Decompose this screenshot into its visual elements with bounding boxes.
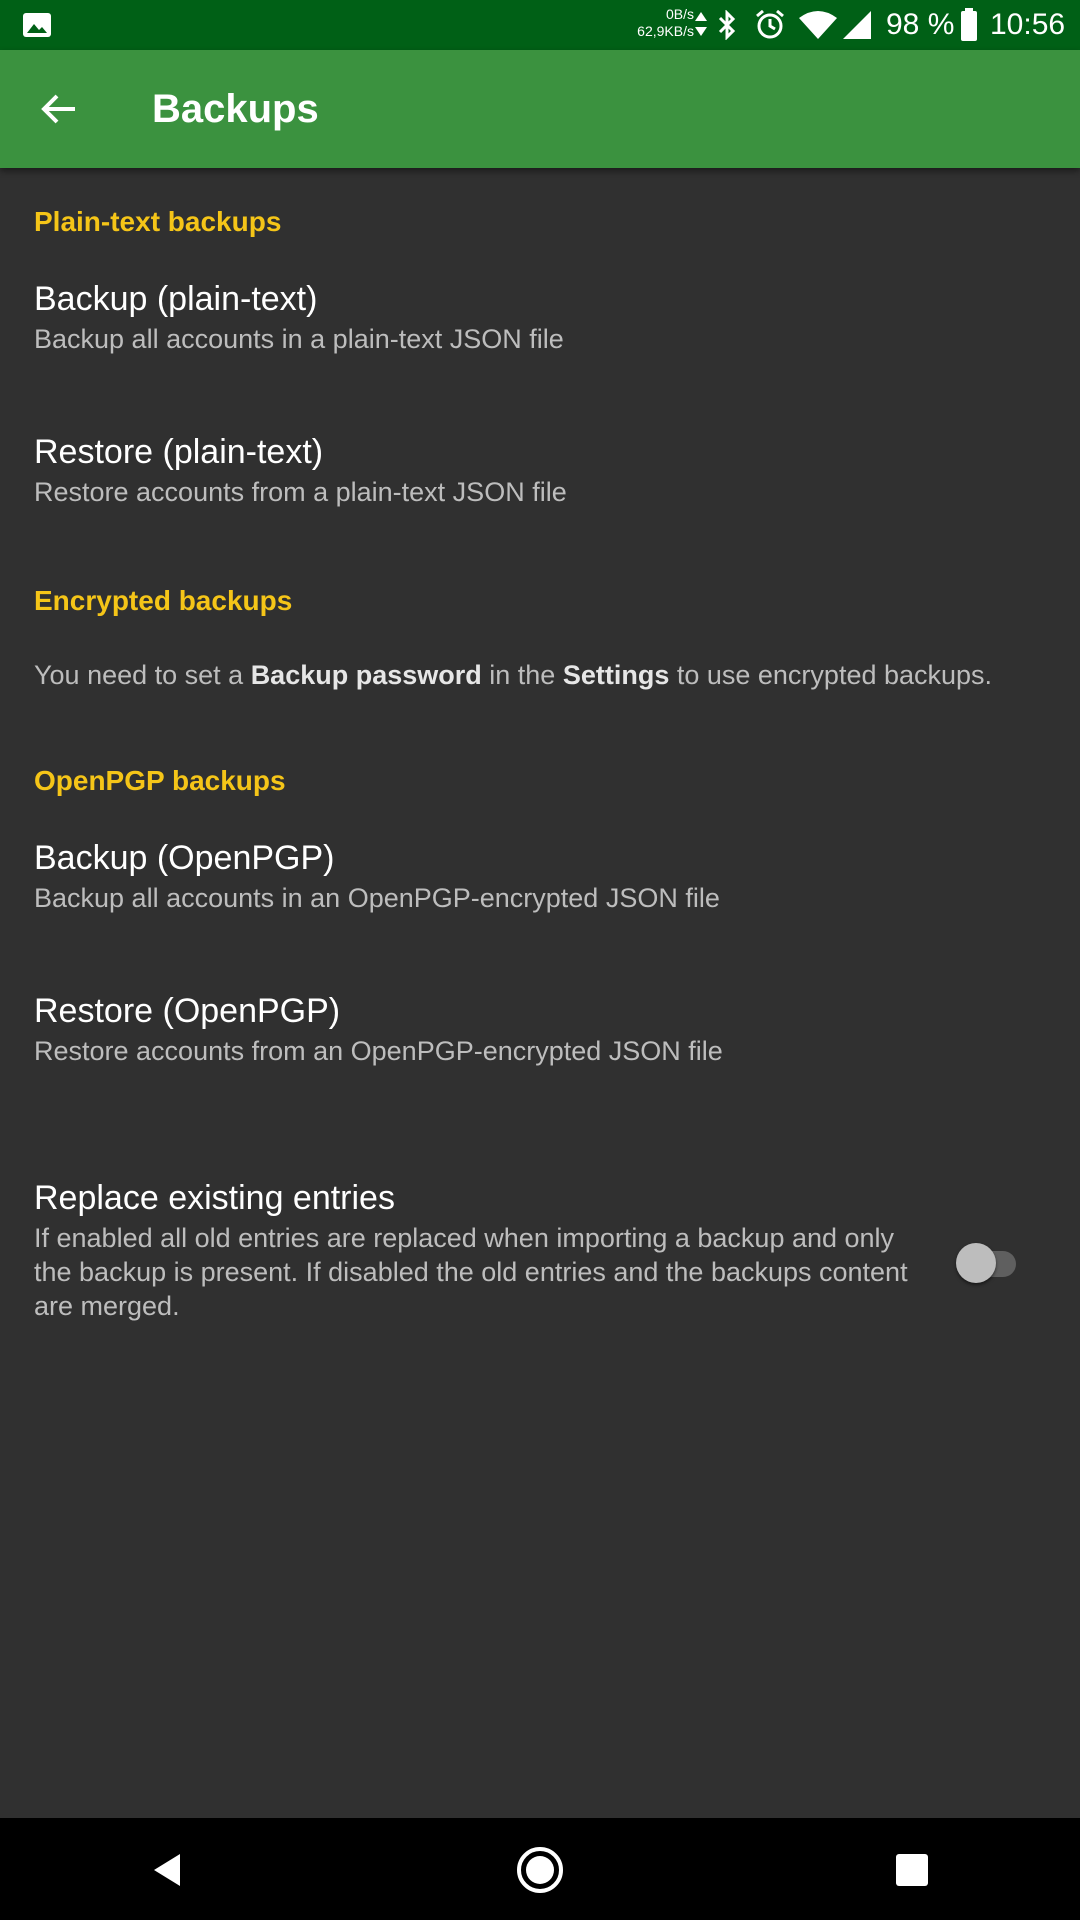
wifi-icon <box>799 11 837 39</box>
pref-summary: Backup all accounts in a plain-text JSON… <box>34 324 564 354</box>
category-openpgp: OpenPGP backups <box>34 765 286 796</box>
backup-password-emphasis: Backup password <box>250 660 482 690</box>
nav-back-button[interactable] <box>136 1838 200 1902</box>
backup-openpgp-item[interactable]: Backup (OpenPGP) Backup all accounts in … <box>0 837 1080 957</box>
alarm-icon <box>756 10 784 39</box>
status-bar: 0B/s 62,9KB/s 98 % 10:56 <box>0 0 1080 50</box>
category-plain-text: Plain-text backups <box>34 206 282 237</box>
pref-title: Restore (plain-text) <box>34 433 324 471</box>
arrow-back-icon <box>41 94 75 124</box>
restore-plain-text-item[interactable]: Restore (plain-text) Restore accounts fr… <box>0 431 1080 551</box>
back-button[interactable] <box>24 74 94 144</box>
network-arrows-icon <box>695 12 707 36</box>
encrypted-info-text: You need to set a Backup password in the… <box>34 660 993 690</box>
image-icon <box>23 13 51 37</box>
navigation-bar <box>0 1818 1080 1920</box>
nav-recents-button[interactable] <box>880 1838 944 1902</box>
clock: 10:56 <box>990 8 1066 41</box>
battery-percent: 98 % <box>886 8 955 41</box>
pref-title: Backup (plain-text) <box>34 280 318 318</box>
settings-emphasis: Settings <box>562 660 670 690</box>
pref-summary: Restore accounts from an OpenPGP-encrypt… <box>34 1036 723 1066</box>
net-up: 0B/s <box>665 6 694 22</box>
nav-back-icon <box>154 1854 180 1886</box>
pref-summary: Backup all accounts in an OpenPGP-encryp… <box>34 883 720 913</box>
battery-icon <box>961 8 977 41</box>
category-encrypted: Encrypted backups <box>34 585 293 616</box>
net-down: 62,9KB/s <box>637 23 694 39</box>
pref-title: Backup (OpenPGP) <box>34 839 335 877</box>
backup-plain-text-item[interactable]: Backup (plain-text) Backup all accounts … <box>0 278 1080 398</box>
nav-home-icon <box>517 1847 563 1893</box>
pref-title: Replace existing entries <box>34 1179 395 1217</box>
nav-home-button[interactable] <box>508 1838 572 1902</box>
restore-openpgp-item[interactable]: Restore (OpenPGP) Restore accounts from … <box>0 990 1080 1110</box>
page-title: Backups <box>152 87 319 131</box>
replace-existing-entries-item[interactable]: Replace existing entries If enabled all … <box>0 1177 1080 1337</box>
switch-thumb <box>956 1243 996 1283</box>
pref-summary: If enabled all old entries are replaced … <box>34 1223 908 1321</box>
nav-recents-icon <box>896 1854 928 1886</box>
pref-title: Restore (OpenPGP) <box>34 992 341 1030</box>
app-bar: Backups <box>0 50 1080 168</box>
replace-entries-switch[interactable] <box>956 1239 1022 1289</box>
pref-summary: Restore accounts from a plain-text JSON … <box>34 477 567 507</box>
bluetooth-icon <box>718 10 736 40</box>
cell-signal-icon <box>843 11 871 39</box>
network-speed: 0B/s 62,9KB/s <box>628 6 694 40</box>
